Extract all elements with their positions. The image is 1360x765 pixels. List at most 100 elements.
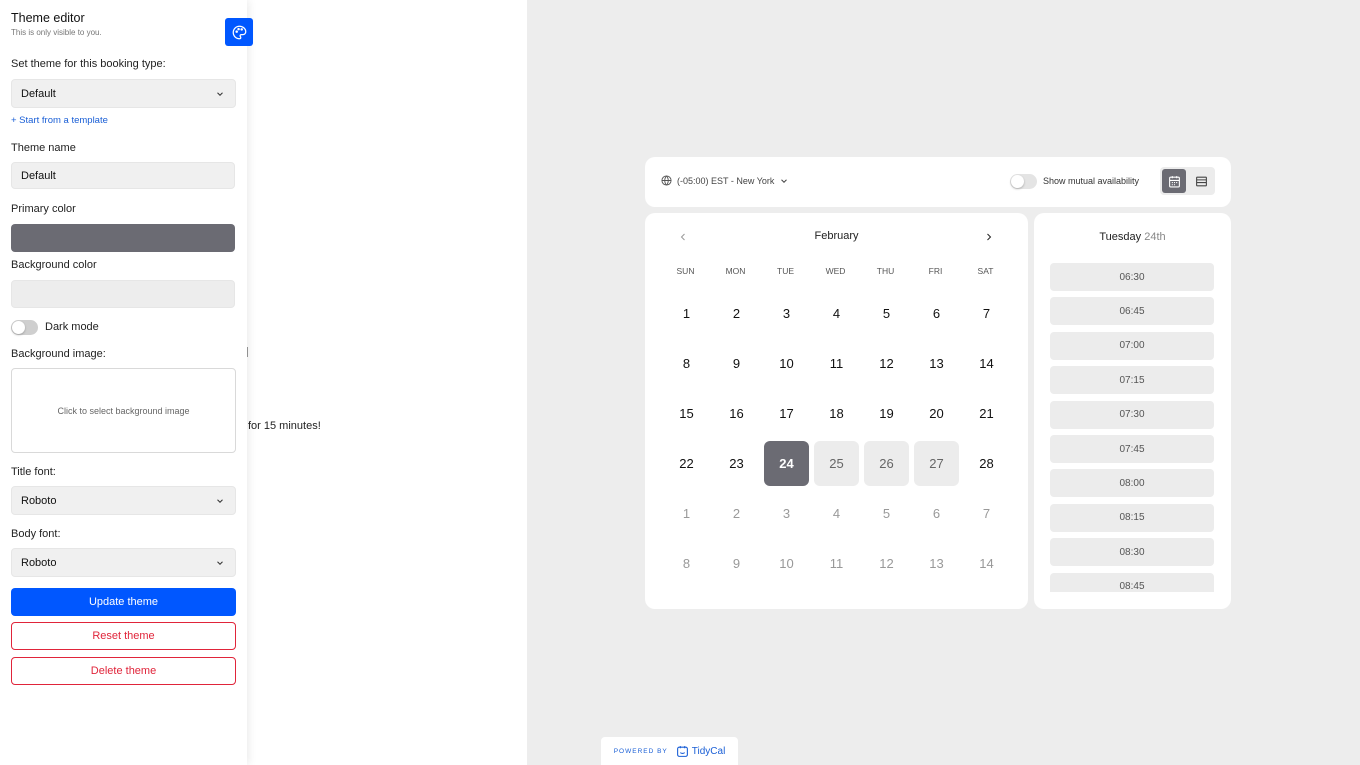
calendar-day[interactable]: 20 [914, 391, 959, 436]
calendar-day[interactable]: 24 [764, 441, 809, 486]
calendar-day[interactable]: 3 [764, 291, 809, 336]
calendar-day[interactable]: 12 [864, 341, 909, 386]
weekday-header: FRI [928, 266, 943, 276]
timezone-selector[interactable]: (-05:00) EST - New York [661, 175, 789, 186]
next-month-button[interactable] [981, 229, 997, 245]
background-image-dropzone[interactable]: Click to select background image [11, 368, 236, 453]
time-slot-button[interactable]: 08:30 [1050, 538, 1214, 567]
update-theme-button[interactable]: Update theme [11, 588, 236, 616]
calendar-day[interactable]: 17 [764, 391, 809, 436]
title-font-value: Roboto [21, 494, 57, 507]
time-slot-button[interactable]: 07:15 [1050, 366, 1214, 395]
calendar-day[interactable]: 4 [814, 291, 859, 336]
primary-color-picker[interactable] [11, 224, 235, 252]
month-title: February [814, 230, 859, 242]
calendar-day[interactable]: 2 [714, 291, 759, 336]
powered-by-badge[interactable]: POWERED BY TidyCal [601, 737, 738, 765]
time-slots-list: 06:30 06:45 07:00 07:15 07:30 07:45 08:00 08:15… [1034, 213, 1231, 592]
calendar-day[interactable]: 18 [814, 391, 859, 436]
weekday-header: TUE [777, 266, 794, 276]
booking-type-value: Default [21, 87, 56, 100]
title-font-label: Title font: [11, 466, 56, 478]
background-color-label: Background color [11, 259, 97, 271]
calendar-day[interactable]: 1 [664, 291, 709, 336]
calendar-day[interactable]: 11 [814, 341, 859, 386]
background-divider [247, 347, 248, 357]
dark-mode-toggle[interactable] [11, 320, 38, 335]
calendar-day[interactable]: 28 [964, 441, 1009, 486]
tidycal-brand: TidyCal [691, 745, 726, 757]
calendar-day[interactable]: 16 [714, 391, 759, 436]
calendar-day-next-month: 10 [779, 556, 794, 571]
palette-icon [232, 25, 246, 39]
reset-theme-button[interactable]: Reset theme [11, 622, 236, 650]
calendar-day-next-month: 9 [732, 556, 741, 571]
calendar-day[interactable]: 19 [864, 391, 909, 436]
calendar-day[interactable]: 9 [714, 341, 759, 386]
time-slot-button[interactable]: 08:15 [1050, 503, 1214, 532]
palette-button[interactable] [225, 18, 253, 46]
mutual-availability-toggle[interactable] [1010, 174, 1037, 189]
booking-description-text: for 15 minutes! [248, 420, 321, 432]
calendar-day[interactable]: 23 [714, 441, 759, 486]
time-slot-button[interactable]: 06:30 [1050, 263, 1214, 291]
weekday-header: SAT [977, 266, 994, 276]
weekday-header: SUN [676, 266, 695, 276]
calendar-day-next-month: 1 [682, 506, 691, 521]
body-font-label: Body font: [11, 528, 61, 540]
body-font-select[interactable]: Roboto [11, 548, 236, 577]
calendar-day[interactable]: 6 [914, 291, 959, 336]
view-switcher [1160, 167, 1215, 195]
time-slot-button[interactable]: 08:00 [1050, 469, 1214, 498]
calendar-day[interactable]: 8 [664, 341, 709, 386]
body-font-value: Roboto [21, 556, 57, 569]
time-slot-button[interactable]: 06:45 [1050, 297, 1214, 326]
time-slot-button[interactable]: 07:45 [1050, 435, 1214, 463]
time-slot-button[interactable]: 08:45 [1050, 572, 1214, 592]
background-color-picker[interactable] [11, 280, 235, 308]
powered-by-label: POWERED BY [613, 747, 668, 755]
calendar-day[interactable]: 21 [964, 391, 1009, 436]
weekday-header: THU [876, 266, 895, 276]
calendar-day[interactable]: 10 [764, 341, 809, 386]
title-font-select[interactable]: Roboto [11, 486, 236, 515]
calendar-day[interactable]: 26 [864, 441, 909, 486]
booking-toolbar: (-05:00) EST - New York Show mutual avai… [645, 157, 1231, 207]
tidycal-logo: TidyCal [676, 745, 726, 758]
theme-name-input[interactable]: Default [11, 162, 235, 189]
weekday-header: MON [725, 266, 746, 276]
tidycal-icon [676, 745, 688, 757]
calendar-day[interactable]: 25 [814, 441, 859, 486]
theme-editor-panel: Theme editor This is only visible to you… [0, 0, 253, 765]
mutual-availability-label: Show mutual availability [1043, 176, 1140, 186]
primary-color-label: Primary color [11, 203, 76, 215]
booking-type-label: Set theme for this booking type: [11, 58, 166, 70]
chevron-down-icon [217, 560, 223, 565]
timezone-label: (-05:00) EST - New York [677, 175, 775, 186]
calendar-card: February SUN MON TUE WED THU FRI SAT 1 2 3 4 5 6 7 8 9 1… [645, 213, 1028, 609]
calendar-day-next-month: 3 [782, 506, 791, 521]
calendar-day[interactable]: 15 [664, 391, 709, 436]
time-slot-button[interactable]: 07:30 [1050, 400, 1214, 429]
calendar-day[interactable]: 13 [914, 341, 959, 386]
calendar-view-button[interactable] [1162, 169, 1186, 193]
theme-name-value: Default [21, 169, 56, 182]
start-from-template-link[interactable]: + Start from a template [11, 115, 108, 126]
time-slot-button[interactable]: 07:00 [1050, 331, 1214, 360]
list-view-button[interactable] [1189, 169, 1213, 193]
chevron-down-icon [781, 178, 788, 183]
background-image-label: Background image: [11, 348, 106, 360]
booking-type-select[interactable]: Default [11, 79, 236, 108]
weekday-header: WED [825, 266, 846, 276]
calendar-day[interactable]: 5 [864, 291, 909, 336]
calendar-day[interactable]: 22 [664, 441, 709, 486]
panel-title: Theme editor [11, 11, 85, 25]
calendar-icon [1168, 175, 1180, 187]
delete-theme-button[interactable]: Delete theme [11, 657, 236, 685]
calendar-day[interactable]: 7 [964, 291, 1009, 336]
dark-mode-label: Dark mode [45, 321, 99, 333]
calendar-day-next-month: 6 [932, 506, 941, 521]
calendar-day[interactable]: 14 [964, 341, 1009, 386]
calendar-day[interactable]: 27 [914, 441, 959, 486]
theme-name-label: Theme name [11, 142, 76, 154]
